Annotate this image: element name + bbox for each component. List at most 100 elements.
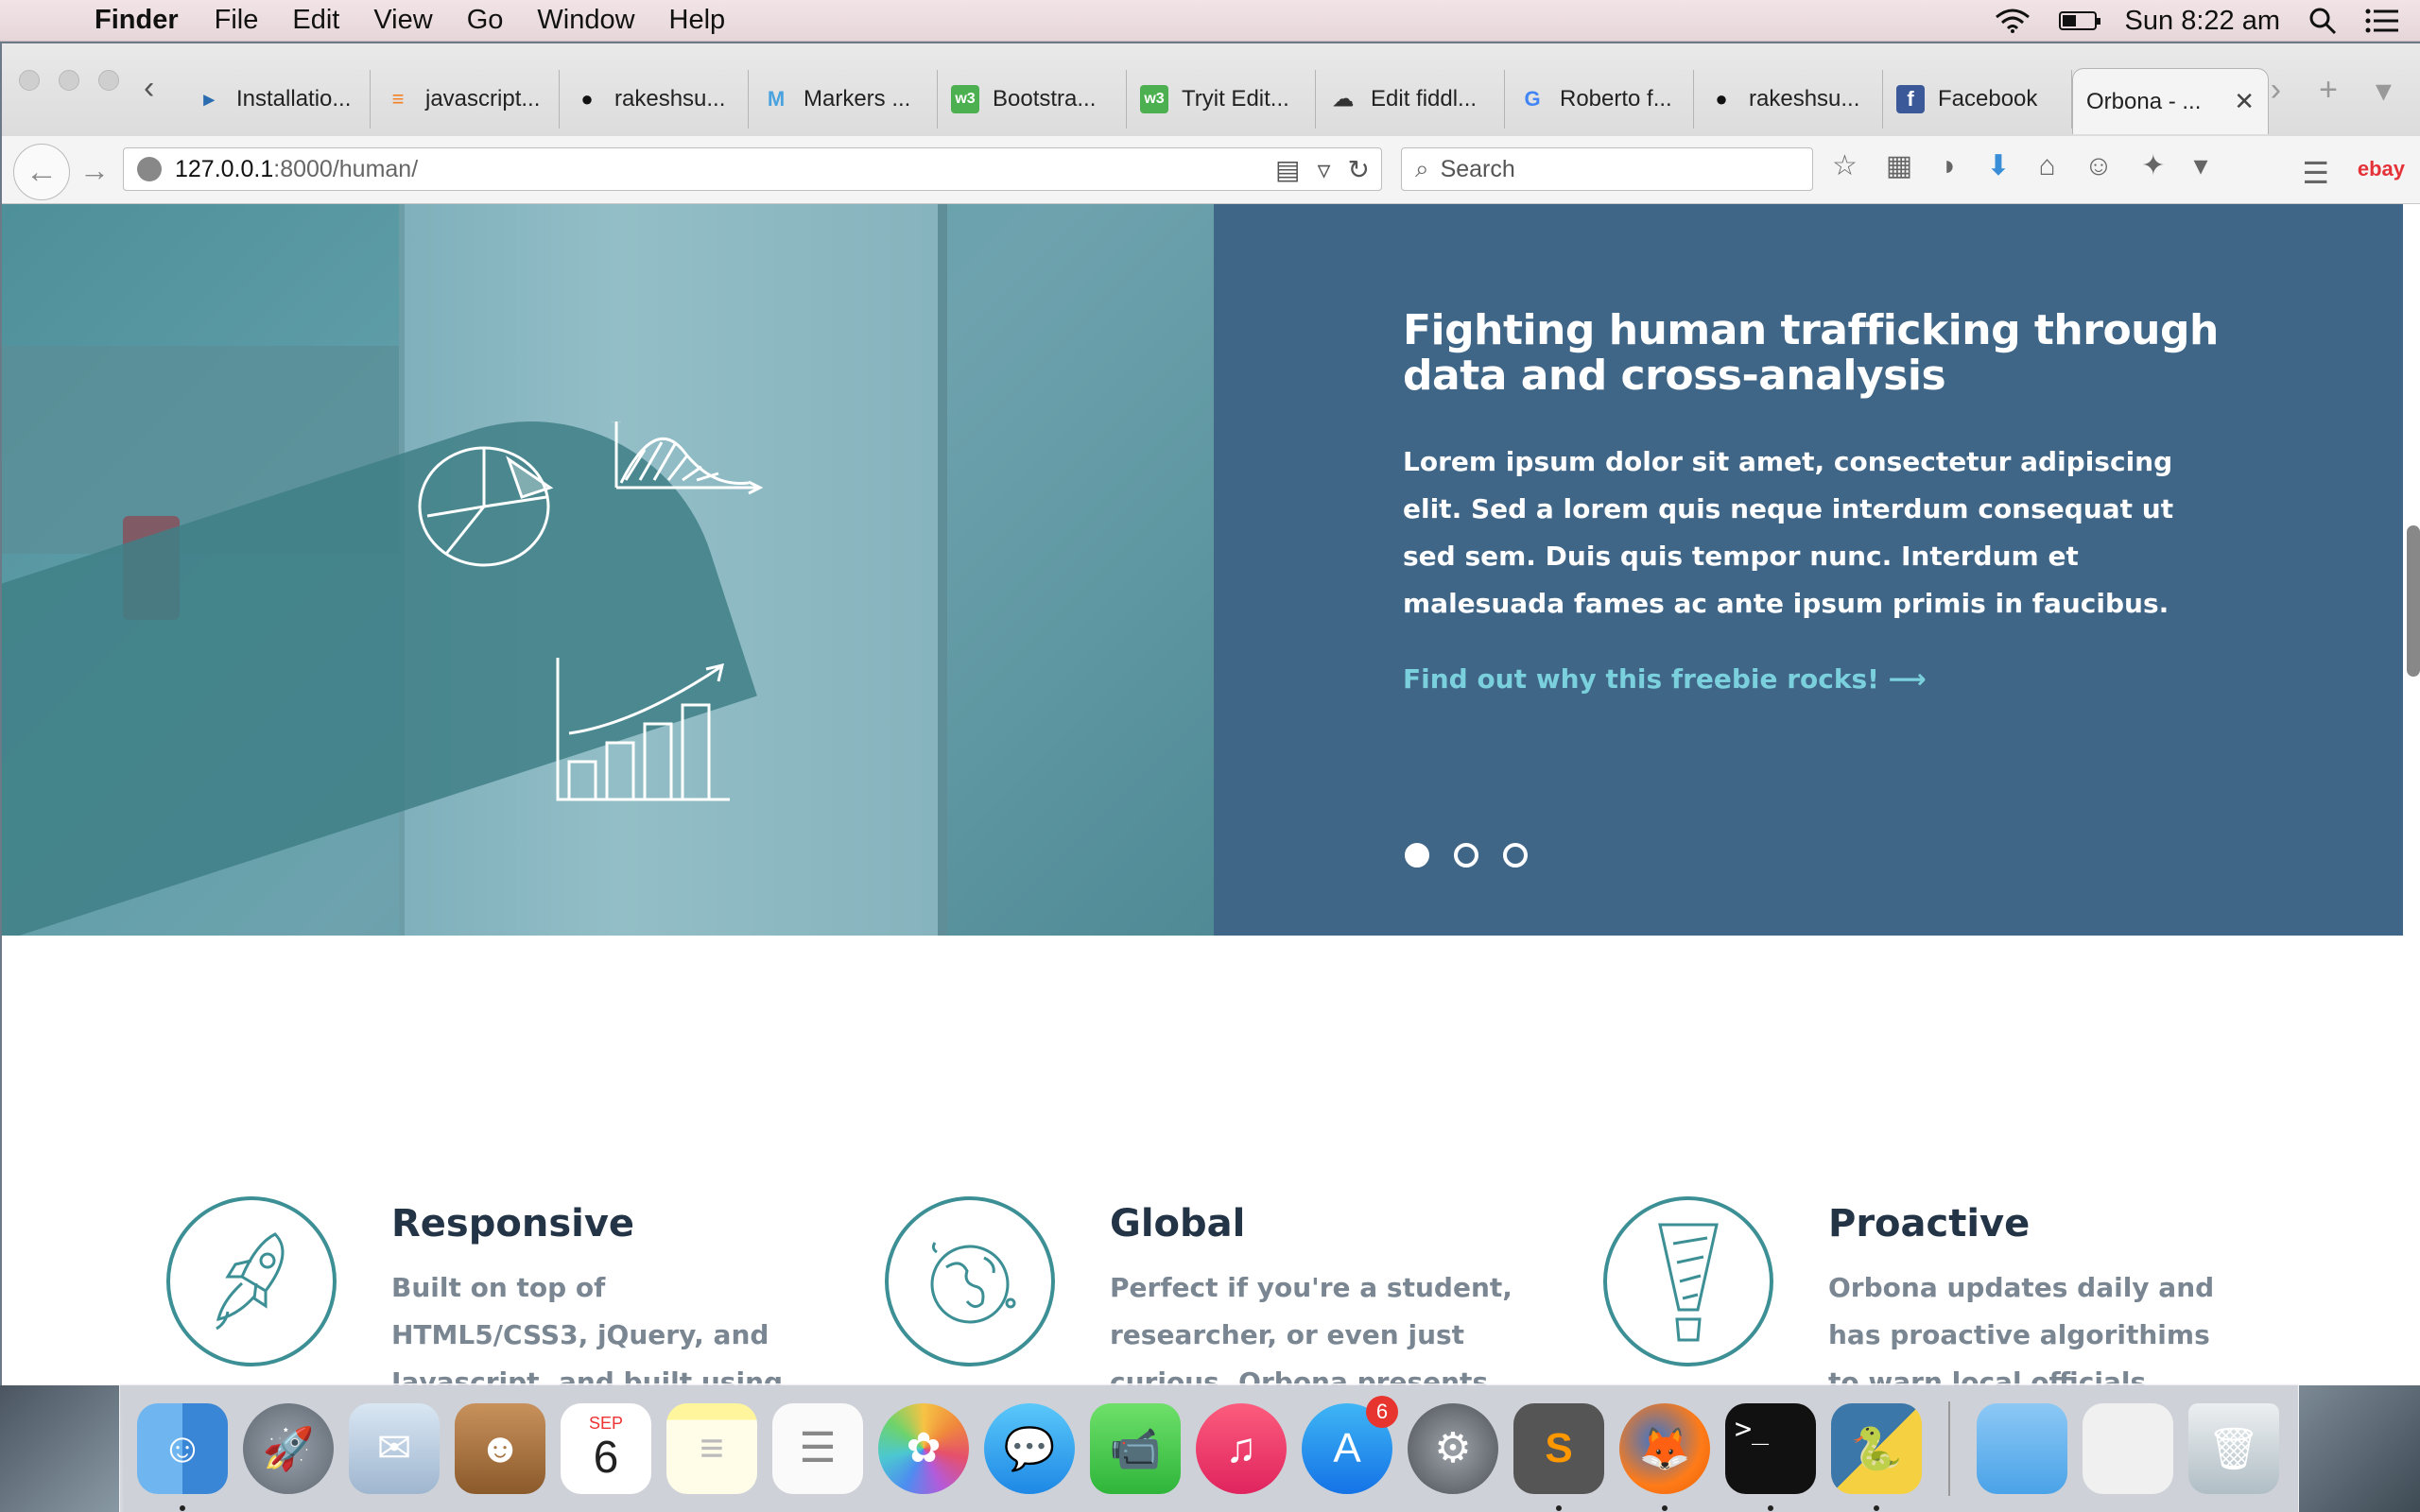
- photos-icon[interactable]: ✿: [878, 1402, 969, 1494]
- firefox-icon[interactable]: 🦊: [1619, 1402, 1710, 1511]
- feature-title: Proactive: [1828, 1202, 2031, 1246]
- itunes-icon[interactable]: ♫: [1196, 1402, 1287, 1494]
- launchpad-icon[interactable]: 🚀: [243, 1402, 334, 1494]
- hero-image: [2, 204, 1214, 936]
- google-icon: G: [1524, 87, 1541, 111]
- menu-window[interactable]: Window: [520, 5, 651, 36]
- browser-tab[interactable]: w3 Bootstra...: [938, 70, 1127, 129]
- home-icon[interactable]: ⌂: [2039, 150, 2056, 182]
- hero-cta-link[interactable]: Find out why this freebie rocks! ⟶: [1403, 663, 1927, 695]
- tab-bar: ‹ ▸ Installatio... ≡ javascript... ● rakeshsu…: [2, 43, 2420, 136]
- sublime-text-icon[interactable]: S: [1513, 1402, 1604, 1511]
- exclamation-icon: [1603, 1196, 1773, 1366]
- tab-strip: ▸ Installatio... ≡ javascript... ● rakeshsu..…: [182, 68, 2269, 136]
- bookmarks-menu-icon[interactable]: ▦: [1886, 149, 1912, 182]
- browser-tab[interactable]: G Roberto f...: [1505, 70, 1694, 129]
- tab-label: Edit fiddl...: [1371, 86, 1478, 112]
- carousel-dot-1[interactable]: [1405, 843, 1429, 868]
- w3-icon: w3: [1140, 85, 1168, 113]
- browser-tab[interactable]: ☁ Edit fiddl...: [1316, 70, 1505, 129]
- bookmark-star-icon[interactable]: ☆: [1832, 149, 1858, 182]
- menu-help[interactable]: Help: [652, 5, 743, 36]
- back-button[interactable]: ←: [13, 144, 70, 200]
- hello-chat-icon[interactable]: ☺: [2084, 150, 2114, 182]
- menu-view[interactable]: View: [356, 5, 449, 36]
- close-window-button[interactable]: [19, 70, 40, 91]
- pocket-icon[interactable]: ◗: [1941, 150, 1958, 182]
- rocket-icon: [166, 1196, 337, 1366]
- forward-button[interactable]: →: [79, 153, 110, 188]
- tab-list-icon[interactable]: ▾: [2376, 72, 2392, 110]
- github-icon: ●: [1715, 87, 1728, 111]
- github-icon: ●: [580, 87, 594, 111]
- notification-center-icon[interactable]: [2365, 8, 2399, 34]
- browser-tab[interactable]: M Markers ...: [749, 70, 938, 129]
- terminal-icon[interactable]: >_: [1725, 1402, 1816, 1511]
- downloads-icon[interactable]: ⬇: [1986, 149, 2010, 182]
- notes-icon[interactable]: ≡: [666, 1402, 757, 1494]
- browser-tab[interactable]: w3 Tryit Edit...: [1127, 70, 1316, 129]
- menu-app-name[interactable]: Finder: [79, 5, 198, 36]
- search-placeholder: Search: [1440, 155, 1515, 182]
- carousel-indicators: [1405, 843, 1528, 868]
- chevron-left-icon[interactable]: ‹: [144, 70, 154, 107]
- dock-separator: [1948, 1400, 1950, 1496]
- messages-icon[interactable]: 💬: [984, 1402, 1075, 1494]
- folder-icon[interactable]: [1977, 1402, 2067, 1494]
- chevron-down-icon[interactable]: ▾: [2193, 149, 2207, 182]
- trash-icon[interactable]: 🗑: [2188, 1402, 2279, 1494]
- browser-tab[interactable]: ≡ javascript...: [371, 70, 560, 129]
- firefox-window: ‹ ▸ Installatio... ≡ javascript... ● rakeshsu…: [2, 43, 2420, 1385]
- menu-go[interactable]: Go: [450, 5, 521, 36]
- facetime-icon[interactable]: 📹: [1090, 1402, 1181, 1494]
- finder-icon[interactable]: ☺: [137, 1402, 228, 1511]
- facebook-icon: f: [1896, 85, 1925, 113]
- tabbar-controls: › + ▾: [2271, 72, 2392, 110]
- menubar-clock[interactable]: Sun 8:22 am: [2125, 6, 2280, 37]
- calendar-icon[interactable]: SEP 6: [561, 1402, 651, 1494]
- url-bar[interactable]: 127.0.0.1:8000/human/ ▤ ▿ ↻: [123, 147, 1382, 191]
- spotlight-search-icon[interactable]: [2308, 7, 2337, 35]
- chart-sketch-icon: [418, 421, 764, 801]
- python-icon[interactable]: 🐍: [1831, 1402, 1922, 1511]
- browser-tab[interactable]: ● rakeshsu...: [560, 70, 749, 129]
- feature-description: Perfect if you're a student, researcher,…: [1110, 1272, 1512, 1385]
- close-tab-icon[interactable]: ✕: [2234, 87, 2255, 116]
- desktop-wallpaper-right: [2297, 1385, 2420, 1512]
- carousel-dot-2[interactable]: [1454, 843, 1478, 868]
- ebay-icon[interactable]: ebay: [2358, 157, 2405, 181]
- active-browser-tab[interactable]: Orbona - ... ✕: [2072, 68, 2269, 134]
- menu-edit[interactable]: Edit: [275, 5, 356, 36]
- chevron-right-icon[interactable]: ›: [2271, 72, 2281, 110]
- reload-icon[interactable]: ↻: [1348, 154, 1370, 185]
- navigation-toolbar: ← → 127.0.0.1:8000/human/ ▤ ▿ ↻ ⌕ Search…: [2, 136, 2420, 204]
- tab-label: rakeshsu...: [614, 86, 726, 112]
- reminders-icon[interactable]: ☰: [772, 1402, 863, 1494]
- wifi-icon[interactable]: [1995, 9, 2031, 33]
- battery-icon[interactable]: [2058, 11, 2100, 30]
- app-store-badge: 6: [1366, 1395, 1398, 1428]
- contacts-icon[interactable]: ☻: [455, 1402, 545, 1494]
- menu-file[interactable]: File: [198, 5, 276, 36]
- mail-icon[interactable]: ✉: [349, 1402, 440, 1494]
- browser-tab[interactable]: f Facebook: [1883, 70, 2072, 129]
- app-store-icon[interactable]: A 6: [1302, 1395, 1398, 1494]
- tab-label: Markers ...: [804, 86, 911, 112]
- hamburger-menu-icon[interactable]: ☰: [2302, 155, 2329, 191]
- desktop-wallpaper-left: [0, 1385, 123, 1512]
- extension-icon[interactable]: ✦: [2141, 149, 2165, 182]
- browser-tab[interactable]: ▸ Installatio...: [182, 70, 371, 129]
- system-preferences-icon[interactable]: ⚙: [1408, 1402, 1498, 1494]
- search-input[interactable]: ⌕ Search: [1401, 147, 1813, 191]
- page-scrollbar[interactable]: [2407, 525, 2420, 677]
- new-tab-icon[interactable]: +: [2319, 72, 2338, 110]
- browser-tab[interactable]: ● rakeshsu...: [1694, 70, 1883, 129]
- minimize-window-button[interactable]: [59, 70, 79, 91]
- reader-view-icon[interactable]: ▤: [1275, 154, 1300, 185]
- carousel-dot-3[interactable]: [1503, 843, 1528, 868]
- history-dropdown-icon[interactable]: ▿: [1317, 154, 1330, 185]
- zoom-window-button[interactable]: [98, 70, 119, 91]
- site-identity-icon[interactable]: [137, 157, 162, 181]
- w3-icon: w3: [951, 85, 979, 113]
- preview-window-icon[interactable]: [2083, 1402, 2173, 1494]
